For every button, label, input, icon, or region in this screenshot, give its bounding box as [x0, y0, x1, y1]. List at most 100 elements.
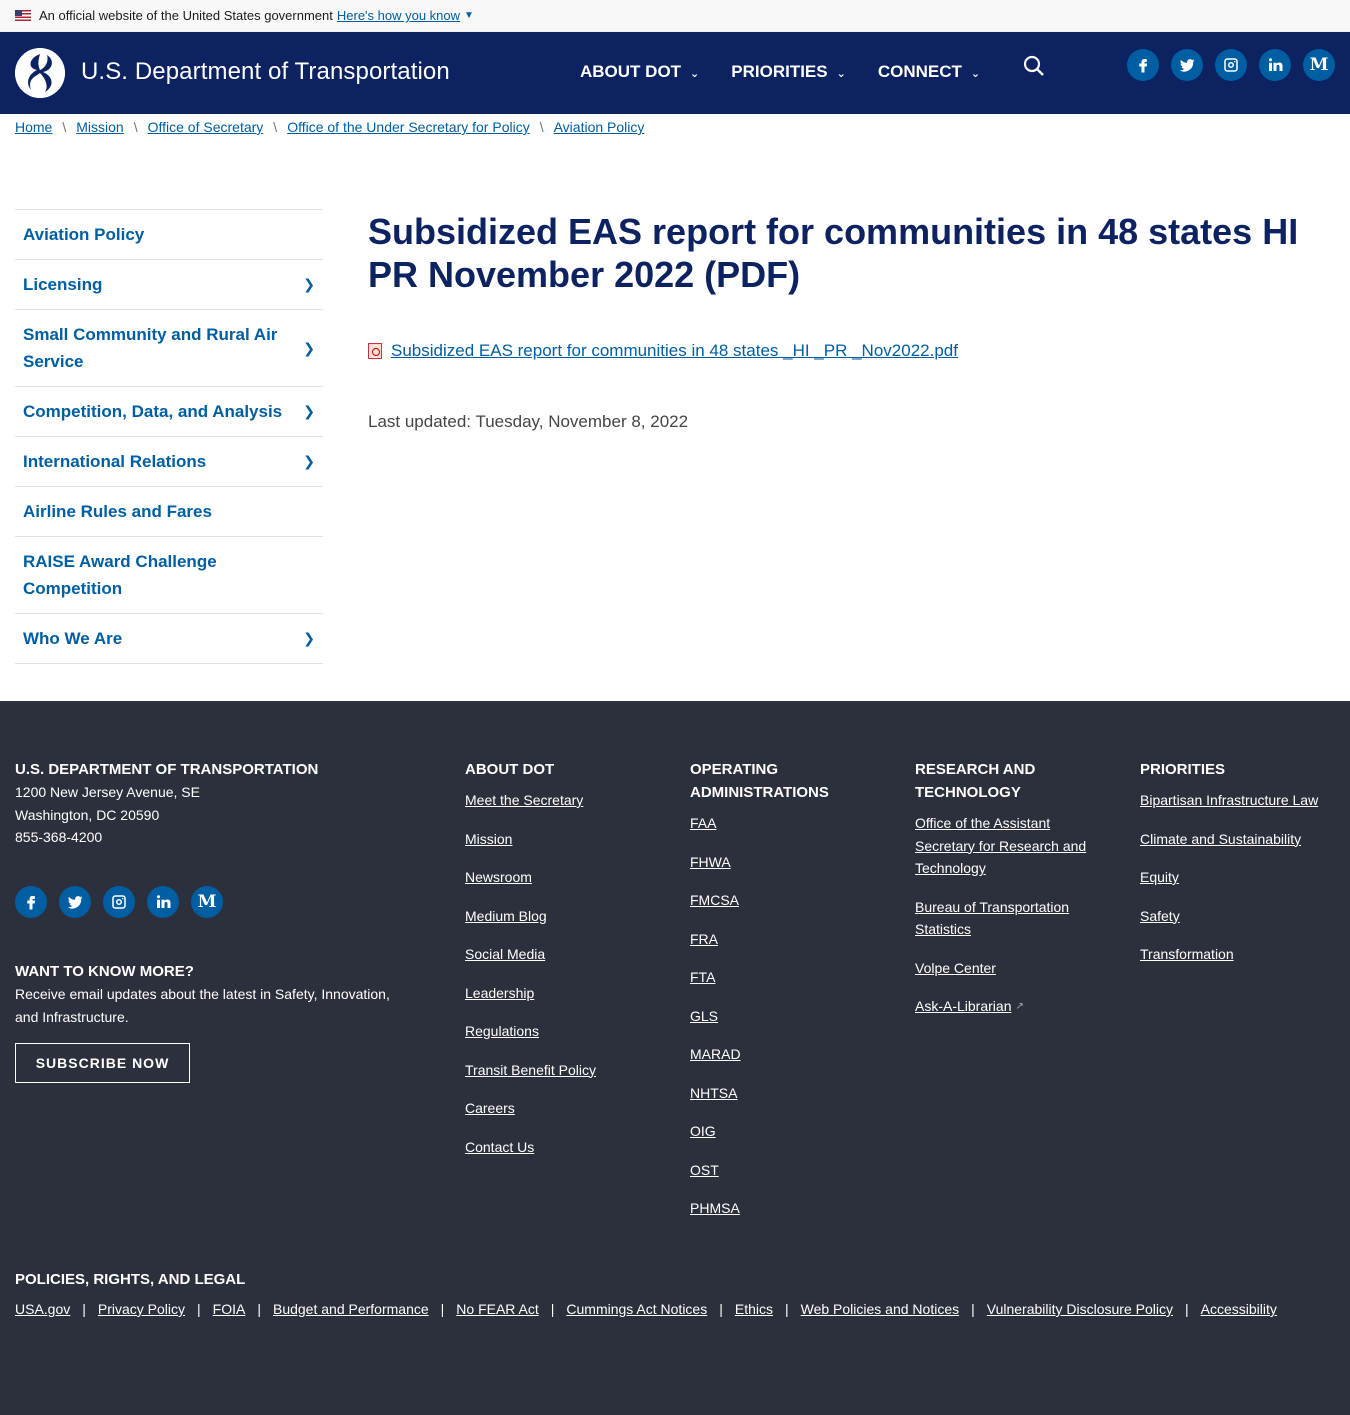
policy-link[interactable]: No FEAR Act [456, 1301, 538, 1317]
sidebar-item-label: RAISE Award Challenge Competition [23, 552, 217, 598]
footer-link[interactable]: Safety [1140, 905, 1340, 928]
sidebar-item-label: Aviation Policy [23, 225, 145, 244]
footer-link[interactable]: Contact Us [465, 1136, 665, 1159]
footer-link[interactable]: Regulations [465, 1020, 665, 1043]
pdf-download-link[interactable]: Subsidized EAS report for communities in… [391, 341, 958, 361]
site-footer: U.S. DEPARTMENT OF TRANSPORTATION 1200 N… [0, 701, 1350, 1415]
footer-link[interactable]: OIG [690, 1120, 880, 1143]
sidebar-item-raise-award[interactable]: RAISE Award Challenge Competition [15, 537, 323, 614]
chevron-right-icon[interactable]: ❯ [303, 271, 315, 298]
chevron-right-icon[interactable]: ❯ [303, 398, 315, 425]
nav-priorities[interactable]: PRIORITIES ⌄ [731, 62, 846, 82]
sidebar-item-label: Competition, Data, and Analysis [23, 402, 283, 421]
facebook-icon[interactable] [1127, 49, 1159, 81]
footer-link[interactable]: Climate and Sustainability [1140, 828, 1340, 851]
chevron-down-icon[interactable]: ▼ [464, 10, 474, 21]
instagram-icon[interactable] [1215, 49, 1247, 81]
footer-link[interactable]: Newsroom [465, 866, 665, 889]
footer-link[interactable]: NHTSA [690, 1082, 880, 1105]
subscribe-button[interactable]: SUBSCRIBE NOW [15, 1043, 190, 1083]
footer-research-heading: RESEARCH AND TECHNOLOGY [915, 761, 1036, 801]
policy-link[interactable]: Web Policies and Notices [801, 1301, 959, 1317]
footer-about-heading: ABOUT DOT [465, 761, 555, 778]
medium-icon[interactable]: M [1303, 49, 1335, 81]
nav-connect[interactable]: CONNECT ⌄ [878, 62, 980, 82]
footer-link[interactable]: FHWA [690, 851, 880, 874]
policy-link[interactable]: Budget and Performance [273, 1301, 429, 1317]
linkedin-icon[interactable] [147, 886, 179, 918]
breadcrumb-separator: \ [273, 119, 278, 135]
footer-link[interactable]: FAA [690, 812, 880, 835]
footer-link[interactable]: Mission [465, 828, 665, 851]
breadcrumb-separator: \ [62, 119, 67, 135]
breadcrumb-home[interactable]: Home [15, 119, 52, 135]
footer-link[interactable]: Volpe Center [915, 957, 1105, 980]
policy-link[interactable]: USA.gov [15, 1301, 70, 1317]
site-title[interactable]: U.S. Department of Transportation [81, 58, 450, 86]
want-text: Receive email updates about the latest i… [15, 986, 390, 1025]
sidebar-item-who-we-are[interactable]: Who We Are ❯ [15, 614, 323, 664]
twitter-icon[interactable] [1171, 49, 1203, 81]
sidebar-item-aviation-policy[interactable]: Aviation Policy [15, 210, 323, 260]
sidebar-item-licensing[interactable]: Licensing ❯ [15, 260, 323, 310]
sidebar-item-international[interactable]: International Relations ❯ [15, 437, 323, 487]
footer-link[interactable]: Office of the Assistant Secretary for Re… [915, 812, 1105, 880]
breadcrumb-mission[interactable]: Mission [76, 119, 123, 135]
footer-research-column: RESEARCH AND TECHNOLOGY Office of the As… [915, 758, 1105, 1018]
chevron-right-icon[interactable]: ❯ [303, 625, 315, 652]
facebook-icon[interactable] [15, 886, 47, 918]
policy-links: USA.gov | Privacy Policy | FOIA | Budget… [15, 1301, 1277, 1317]
footer-link[interactable]: FRA [690, 928, 880, 951]
sidebar-item-label: Airline Rules and Fares [23, 502, 212, 521]
footer-link[interactable]: MARAD [690, 1043, 880, 1066]
twitter-icon[interactable] [59, 886, 91, 918]
sidebar-item-competition[interactable]: Competition, Data, and Analysis ❯ [15, 387, 323, 437]
footer-link[interactable]: FTA [690, 966, 880, 989]
divider: | [197, 1301, 201, 1317]
sidebar-item-small-community[interactable]: Small Community and Rural Air Service ❯ [15, 310, 323, 387]
footer-link[interactable]: Ask-A-Librarian [915, 995, 1011, 1018]
policy-link[interactable]: FOIA [213, 1301, 246, 1317]
footer-link[interactable]: Careers [465, 1097, 665, 1120]
divider: | [440, 1301, 445, 1317]
sidebar-item-airline-rules[interactable]: Airline Rules and Fares [15, 487, 323, 537]
gov-banner-text: An official website of the United States… [39, 8, 333, 23]
instagram-icon[interactable] [103, 886, 135, 918]
heres-how-you-know-link[interactable]: Here's how you know [337, 8, 460, 23]
medium-icon[interactable]: M [191, 886, 223, 918]
linkedin-icon[interactable] [1259, 49, 1291, 81]
footer-link[interactable]: Bureau of Transportation Statistics [915, 896, 1105, 941]
dot-logo[interactable] [15, 48, 65, 98]
breadcrumb-office-of-secretary[interactable]: Office of Secretary [148, 119, 264, 135]
policy-link[interactable]: Accessibility [1201, 1301, 1277, 1317]
main-nav: ABOUT DOT ⌄ PRIORITIES ⌄ CONNECT ⌄ [580, 62, 1012, 82]
footer-link[interactable]: GLS [690, 1005, 880, 1028]
footer-link[interactable]: Transit Benefit Policy [465, 1059, 665, 1082]
footer-link[interactable]: FMCSA [690, 889, 880, 912]
footer-link[interactable]: Medium Blog [465, 905, 665, 928]
nav-about-dot[interactable]: ABOUT DOT ⌄ [580, 62, 699, 82]
breadcrumb-aviation-policy[interactable]: Aviation Policy [554, 119, 645, 135]
chevron-right-icon[interactable]: ❯ [303, 335, 315, 362]
footer-link[interactable]: PHMSA [690, 1197, 880, 1220]
policy-link[interactable]: Cummings Act Notices [566, 1301, 707, 1317]
footer-link[interactable]: Transformation [1140, 943, 1340, 966]
breadcrumb-separator: \ [539, 119, 544, 135]
footer-phone: 855-368-4200 [15, 829, 103, 845]
footer-link[interactable]: Bipartisan Infrastructure Law [1140, 789, 1340, 812]
policy-link[interactable]: Vulnerability Disclosure Policy [987, 1301, 1173, 1317]
footer-link[interactable]: Social Media [465, 943, 665, 966]
chevron-right-icon[interactable]: ❯ [303, 448, 315, 475]
external-link-icon: ↗ [1015, 1000, 1024, 1012]
breadcrumb-under-secretary-policy[interactable]: Office of the Under Secretary for Policy [287, 119, 530, 135]
pdf-file-icon [368, 343, 382, 359]
policy-link[interactable]: Privacy Policy [98, 1301, 185, 1317]
footer-priorities-heading: PRIORITIES [1140, 761, 1226, 778]
footer-link[interactable]: Meet the Secretary [465, 789, 665, 812]
footer-link[interactable]: Leadership [465, 982, 665, 1005]
footer-link[interactable]: OST [690, 1159, 880, 1182]
search-icon[interactable] [1022, 54, 1046, 78]
gov-banner: An official website of the United States… [0, 0, 1350, 32]
footer-link[interactable]: Equity [1140, 866, 1340, 889]
policy-link[interactable]: Ethics [735, 1301, 773, 1317]
